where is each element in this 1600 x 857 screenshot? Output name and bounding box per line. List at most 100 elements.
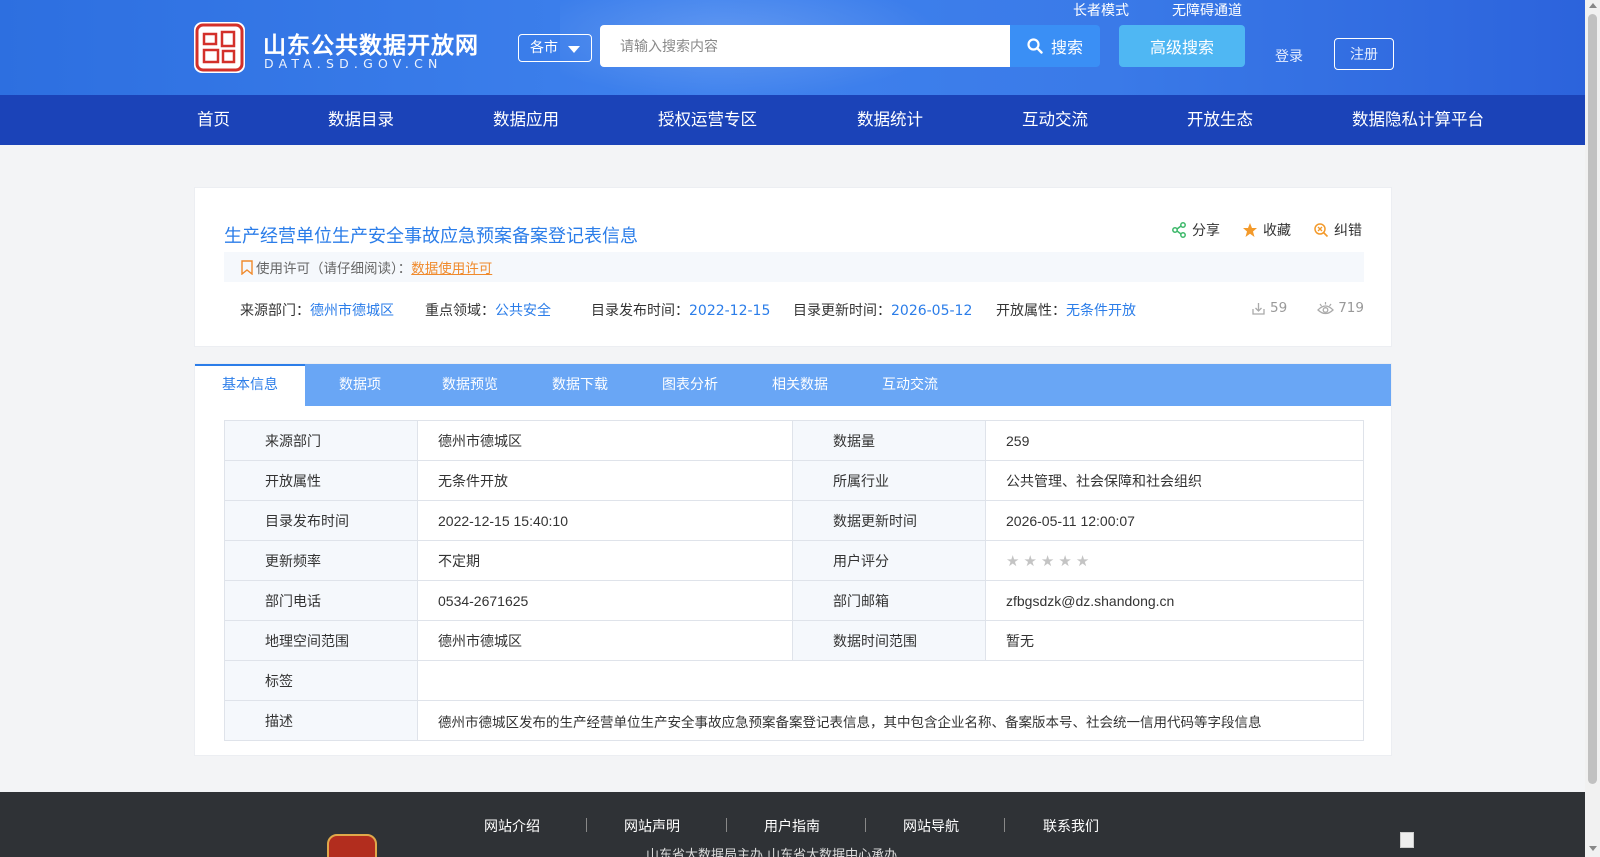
star-icon[interactable]: ★ — [1041, 552, 1054, 570]
source-dept-value: 德州市德城区 — [417, 420, 793, 461]
footer-link-sitemap[interactable]: 网站导航 — [903, 816, 959, 836]
register-button[interactable]: 注册 — [1334, 38, 1394, 70]
detail-tabs: 基本信息 数据项 数据预览 数据下载 图表分析 相关数据 互动交流 — [195, 364, 1391, 406]
star-icon[interactable]: ★ — [1023, 552, 1036, 570]
elder-mode-link[interactable]: 长者模式 — [1073, 0, 1129, 20]
geo-label: 地理空间范围 — [224, 620, 418, 661]
tab-related-data[interactable]: 相关数据 — [745, 364, 855, 406]
share-button[interactable]: 分享 — [1171, 220, 1220, 240]
license-prefix: 使用许可（请仔细阅读）： — [256, 261, 412, 277]
share-label: 分享 — [1192, 223, 1220, 239]
nav-item-catalog[interactable]: 数据目录 — [328, 95, 394, 145]
download-count-value: 59 — [1270, 300, 1288, 316]
footer-divider — [865, 818, 866, 832]
table-row: 来源部门 德州市德城区 数据量 259 — [224, 420, 1364, 461]
nav-item-ecosystem[interactable]: 开放生态 — [1187, 95, 1253, 145]
industry-label: 所属行业 — [792, 460, 986, 501]
nav-item-interaction[interactable]: 互动交流 — [1022, 95, 1088, 145]
rating-stars[interactable]: ★ ★ ★ ★ ★ — [1006, 552, 1363, 570]
star-icon[interactable]: ★ — [1006, 552, 1019, 570]
meta-source-value[interactable]: 德州市德城区 — [310, 303, 394, 319]
accessibility-link[interactable]: 无障碍通道 — [1172, 0, 1242, 20]
view-count-value: 719 — [1338, 300, 1364, 316]
nav-item-home[interactable]: 首页 — [197, 95, 230, 145]
frequency-value: 不定期 — [417, 540, 793, 581]
dataset-header-card: 生产经营单位生产安全事故应急预案备案登记表信息 分享 收藏 纠错 使用许可（请仔… — [194, 187, 1392, 347]
phone-label: 部门电话 — [224, 580, 418, 621]
search-input[interactable] — [600, 25, 1010, 67]
publish-time-label: 目录发布时间 — [224, 500, 418, 541]
tags-value — [417, 660, 1364, 701]
login-link[interactable]: 登录 — [1275, 46, 1303, 66]
download-icon — [1252, 302, 1265, 315]
favorite-label: 收藏 — [1263, 223, 1291, 239]
share-icon — [1172, 222, 1186, 238]
footer-link-about[interactable]: 网站介绍 — [484, 816, 540, 836]
open-attr-value: 无条件开放 — [417, 460, 793, 501]
desc-label: 描述 — [224, 700, 418, 741]
meta-source-label: 来源部门： — [240, 303, 310, 319]
scroll-down-icon[interactable] — [1589, 846, 1597, 851]
site-subtitle: DATA.SD.GOV.CN — [264, 56, 443, 71]
dataset-title: 生产经营单位生产安全事故应急预案备案登记表信息 — [224, 226, 638, 247]
meta-open-value: 无条件开放 — [1066, 303, 1136, 319]
table-row: 开放属性 无条件开放 所属行业 公共管理、社会保障和社会组织 — [224, 460, 1364, 501]
city-select[interactable]: 各市 — [518, 34, 592, 62]
correct-button[interactable]: 纠错 — [1313, 220, 1362, 240]
site-title: 山东公共数据开放网 — [263, 33, 479, 59]
scroll-up-icon[interactable] — [1589, 3, 1597, 8]
footer-emblem-logo — [327, 834, 377, 857]
meta-domain-value[interactable]: 公共安全 — [495, 303, 551, 319]
license-link[interactable]: 数据使用许可 — [411, 257, 492, 277]
license-bar: 使用许可（请仔细阅读）： 数据使用许可 — [224, 252, 1364, 282]
update-time-value: 2026-05-11 12:00:07 — [985, 500, 1364, 541]
star-icon[interactable]: ★ — [1076, 552, 1089, 570]
tab-chart-analysis[interactable]: 图表分析 — [635, 364, 745, 406]
data-volume-label: 数据量 — [792, 420, 986, 461]
star-icon — [1243, 223, 1257, 237]
table-row: 标签 — [224, 660, 1364, 701]
tab-data-preview[interactable]: 数据预览 — [415, 364, 525, 406]
search-button[interactable]: 搜索 — [1010, 25, 1100, 67]
star-icon[interactable]: ★ — [1058, 552, 1071, 570]
advanced-search-button[interactable]: 高级搜索 — [1119, 25, 1245, 67]
meta-publish-value: 2022-12-15 — [689, 303, 771, 319]
nav-item-authorized-ops[interactable]: 授权运营专区 — [658, 95, 757, 145]
footer-link-contact[interactable]: 联系我们 — [1043, 816, 1099, 836]
dataset-stats: 59 719 — [1251, 300, 1364, 316]
tab-data-download[interactable]: 数据下载 — [525, 364, 635, 406]
phone-value: 0534-2671625 — [417, 580, 793, 621]
tab-interaction[interactable]: 互动交流 — [855, 364, 965, 406]
meta-update-value: 2026-05-12 — [891, 303, 973, 319]
industry-value: 公共管理、社会保障和社会组织 — [985, 460, 1364, 501]
dataset-detail-card: 基本信息 数据项 数据预览 数据下载 图表分析 相关数据 互动交流 来源部门 德… — [194, 363, 1392, 756]
nav-item-apps[interactable]: 数据应用 — [493, 95, 559, 145]
footer-divider — [586, 818, 587, 832]
site-logo[interactable] — [192, 20, 247, 75]
footer-link-guide[interactable]: 用户指南 — [764, 816, 820, 836]
footer-link-statement[interactable]: 网站声明 — [624, 816, 680, 836]
nav-item-statistics[interactable]: 数据统计 — [857, 95, 923, 145]
bookmark-icon — [241, 259, 253, 275]
favorite-button[interactable]: 收藏 — [1242, 220, 1291, 240]
magnifier-error-icon — [1314, 223, 1329, 238]
update-time-label: 数据更新时间 — [792, 500, 986, 541]
source-dept-label: 来源部门 — [224, 420, 418, 461]
tab-basic-info[interactable]: 基本信息 — [195, 364, 305, 406]
nav-item-privacy-computing[interactable]: 数据隐私计算平台 — [1352, 95, 1484, 145]
footer-divider — [726, 818, 727, 832]
search-button-label: 搜索 — [1050, 38, 1083, 57]
footer-divider — [1004, 818, 1005, 832]
meta-publish-label: 目录发布时间： — [591, 303, 689, 319]
meta-publish: 目录发布时间：2022-12-15 — [591, 300, 770, 320]
meta-source: 来源部门：德州市德城区 — [240, 300, 394, 320]
desc-value: 德州市德城区发布的生产经营单位生产安全事故应急预案备案登记表信息，其中包含企业名… — [417, 700, 1364, 741]
page-scrollbar[interactable] — [1585, 0, 1600, 857]
tab-data-items[interactable]: 数据项 — [305, 364, 415, 406]
geo-value: 德州市德城区 — [417, 620, 793, 661]
site-footer: 网站介绍 网站声明 用户指南 网站导航 联系我们 山东省大数据局主办 山东省大数… — [0, 792, 1585, 857]
meta-update: 目录更新时间：2026-05-12 — [793, 300, 972, 320]
scrollbar-thumb[interactable] — [1588, 14, 1597, 784]
data-volume-value: 259 — [985, 420, 1364, 461]
publish-time-value: 2022-12-15 15:40:10 — [417, 500, 793, 541]
